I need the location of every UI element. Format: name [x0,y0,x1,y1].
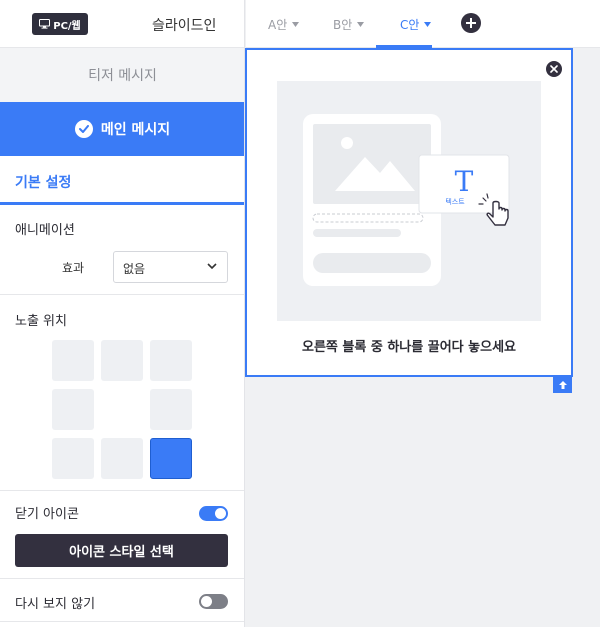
tab-label: C안 [400,18,420,32]
drop-zone-illustration: T 텍스트 [277,81,541,321]
effect-select[interactable]: 없음 [113,251,228,283]
drop-hint-text: 오른쪽 블록 중 하나를 끌어다 놓으세요 [302,340,516,355]
text-block-label: 텍스트 [445,197,465,206]
message-preview-canvas[interactable]: T 텍스트 오른쪽 블록 중 하나를 끌어다 놓으세요 [245,48,573,377]
device-toggle-button[interactable]: PC/웹 [32,13,88,35]
effect-select-value: 없음 [123,262,146,276]
tab-variant-b[interactable]: B안 [333,16,365,33]
effect-label: 효과 [62,261,85,275]
monitor-icon [39,19,51,29]
divider [0,490,244,491]
position-top-left[interactable] [52,340,94,381]
variant-tabs: A안 B안 C안 [246,0,600,48]
scroll-up-button[interactable] [553,377,572,393]
tab-variant-c[interactable]: C안 [400,16,432,33]
caret-down-icon [357,22,365,27]
animation-section-label: 애니메이션 [15,223,75,238]
svg-text:T: T [455,165,474,198]
dont-show-again-label: 다시 보지 않기 [15,597,96,612]
position-bottom-center[interactable] [101,438,143,479]
plus-icon [466,18,476,28]
caret-down-icon [424,22,432,27]
main-message-label: 메인 메시지 [100,122,171,138]
tab-teaser-message[interactable]: 티저 메시지 [0,48,244,102]
toggle-knob [215,508,226,519]
icon-style-select-button[interactable]: 아이콘 스타일 선택 [15,534,228,567]
tab-basic-settings[interactable]: 기본 설정 [0,156,244,205]
tab-variant-a[interactable]: A안 [268,16,300,33]
divider [0,294,244,295]
toggle-knob [201,596,212,607]
position-top-center[interactable] [101,340,143,381]
panel-header: PC/웹 슬라이드인 [0,0,244,48]
device-badge-label: PC/웹 [53,20,81,32]
close-icon-toggle[interactable] [199,506,228,521]
arrow-up-icon [558,381,567,389]
close-icon[interactable] [546,61,562,77]
position-section-label: 노출 위치 [15,314,67,329]
dont-show-again-toggle[interactable] [199,594,228,609]
tab-label: A안 [268,18,288,32]
settings-panel: PC/웹 슬라이드인 티저 메시지 메인 메시지 기본 설정 애니메이션 효과 … [0,0,245,627]
caret-down-icon [292,22,300,27]
position-middle-left[interactable] [52,389,94,430]
position-middle-right[interactable] [150,389,192,430]
add-variant-button[interactable] [461,13,481,33]
position-top-right[interactable] [150,340,192,381]
chevron-down-icon [207,263,217,270]
tab-main-message[interactable]: 메인 메시지 [0,102,244,156]
drag-drop-illustration: T 텍스트 [303,114,510,286]
check-circle-icon [74,120,93,138]
divider [0,621,244,622]
position-bottom-left[interactable] [52,438,94,479]
position-bottom-right[interactable] [150,438,192,479]
divider [0,578,244,579]
tab-label: B안 [333,18,353,32]
campaign-type-title: 슬라이드인 [152,18,217,34]
close-icon-section-label: 닫기 아이콘 [15,507,79,522]
